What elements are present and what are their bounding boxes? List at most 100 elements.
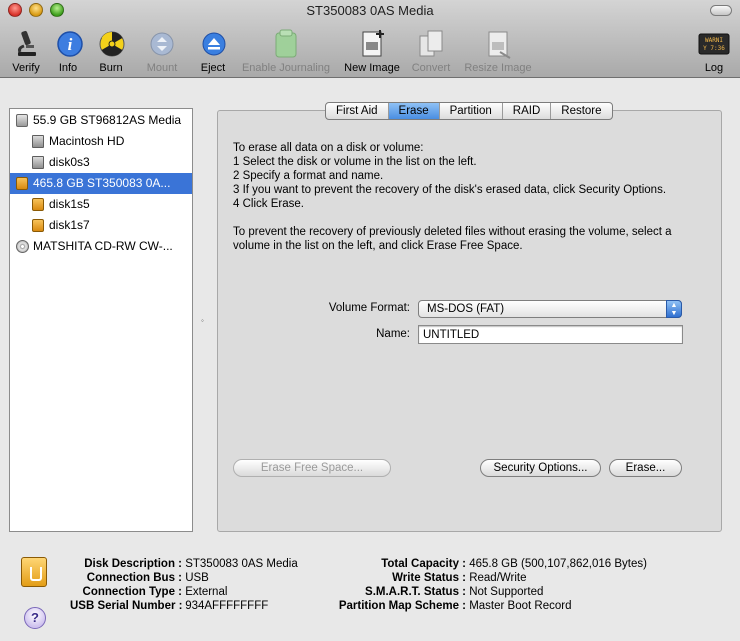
journaling-icon [270,28,302,60]
new-image-button[interactable]: New Image [341,28,403,74]
new-image-label: New Image [344,62,400,74]
burn-icon [96,28,128,60]
convert-icon [415,28,447,60]
tab-bar: First Aid Erase Partition RAID Restore [325,102,613,120]
log-icon-line2: Y 7:36 [703,45,725,52]
tab-first-aid[interactable]: First Aid [326,103,389,119]
volume-row[interactable]: disk1s5 [10,194,192,215]
volume-row-label: disk1s7 [49,218,90,232]
instruction-line: 4 Click Erase. [233,198,304,210]
external-volume-icon [32,198,44,211]
disk-description-label: Disk Description : [84,558,182,570]
resize-image-label: Resize Image [464,62,532,74]
disk-description-value: ST350083 0AS Media [185,558,298,570]
eject-icon [198,28,230,60]
window-title: ST350083 0AS Media [306,3,434,18]
mount-label: Mount [146,62,178,74]
write-status-label: Write Status : [392,572,466,584]
volume-format-select[interactable]: MS-DOS (FAT) ▲ ▼ [418,300,682,318]
help-button[interactable]: ? [24,607,46,629]
volume-row-label: disk0s3 [49,155,90,169]
disk-row[interactable]: 55.9 GB ST96812AS Media [10,110,192,131]
disk-row-selected[interactable]: 465.8 GB ST350083 0A... [10,173,192,194]
free-space-note: volume in the list on the left, and clic… [233,240,523,252]
enable-journaling-label: Enable Journaling [241,62,331,74]
usb-drive-icon [21,557,47,587]
instruction-line: 1 Select the disk or volume in the list … [233,156,477,168]
volume-row[interactable]: disk0s3 [10,152,192,173]
verify-label: Verify [12,62,40,74]
log-label: Log [704,62,724,74]
disk-row-label: 55.9 GB ST96812AS Media [33,113,182,127]
total-capacity-label: Total Capacity : [381,558,466,570]
external-volume-icon [32,219,44,232]
volume-row[interactable]: disk1s7 [10,215,192,236]
tab-raid[interactable]: RAID [503,103,552,119]
volume-icon [32,156,44,169]
free-space-note: To prevent the recovery of previously de… [233,226,672,238]
verify-button[interactable]: Verify [8,28,44,74]
partition-map-value: Master Boot Record [469,600,572,612]
toolbar: ST350083 0AS Media Verify i Info Burn Mo… [0,0,740,78]
select-arrows-icon: ▲ ▼ [666,300,682,318]
mount-icon [146,28,178,60]
smart-status-row: S.M.A.R.T. Status : Not Supported [330,586,543,598]
connection-type-row: Connection Type : External [70,586,228,598]
tab-partition[interactable]: Partition [440,103,503,119]
tab-erase[interactable]: Erase [388,103,440,119]
disk-row[interactable]: MATSHITA CD-RW CW-... [10,236,192,257]
disk-row-label: 465.8 GB ST350083 0A... [33,176,171,190]
volume-row-label: disk1s5 [49,197,90,211]
connection-bus-value: USB [185,572,209,584]
burn-button[interactable]: Burn [96,28,126,74]
resize-image-button[interactable]: Resize Image [462,28,534,74]
toolbar-toggle-button[interactable] [710,5,732,16]
enable-journaling-button[interactable]: Enable Journaling [238,28,334,74]
info-label: Info [58,62,78,74]
instruction-line: 3 If you want to prevent the recovery of… [233,184,667,196]
total-capacity-row: Total Capacity : 465.8 GB (500,107,862,0… [330,558,647,570]
svg-text:i: i [68,35,73,54]
new-image-icon [356,28,388,60]
info-icon: i [54,28,86,60]
disk-utility-window: ST350083 0AS Media Verify i Info Burn Mo… [0,0,740,641]
erase-free-space-button[interactable]: Erase Free Space... [233,459,391,477]
erase-button[interactable]: Erase... [609,459,682,477]
partition-map-row: Partition Map Scheme : Master Boot Recor… [330,600,572,612]
convert-label: Convert [411,62,451,74]
split-view-handle[interactable]: ◦ [201,316,207,325]
convert-button[interactable]: Convert [408,28,454,74]
instruction-line: 2 Specify a format and name. [233,170,384,182]
name-label: Name: [376,328,410,340]
usb-serial-value: 934AFFFFFFFF [185,600,269,612]
external-disk-icon [16,177,28,190]
volume-row[interactable]: Macintosh HD [10,131,192,152]
volume-format-value: MS-DOS (FAT) [427,303,505,315]
total-capacity-value: 465.8 GB (500,107,862,016 Bytes) [469,558,647,570]
log-button[interactable]: WARNI Y 7:36 Log [698,28,730,74]
disk-info-panel: ? Disk Description : ST350083 0AS Media … [0,545,740,641]
tab-restore[interactable]: Restore [551,103,611,119]
resize-image-icon [482,28,514,60]
usb-serial-label: USB Serial Number : [70,600,183,612]
log-icon: WARNI Y 7:36 [698,28,730,60]
write-status-value: Read/Write [469,572,527,584]
info-button[interactable]: i Info [54,28,83,74]
erase-instructions: To erase all data on a disk or volume: 1… [233,141,708,253]
volume-name-input[interactable] [418,325,683,344]
volume-format-label: Volume Format: [328,302,410,314]
connection-bus-label: Connection Bus : [86,572,182,584]
partition-map-label: Partition Map Scheme : [338,600,466,612]
hard-disk-icon [16,114,28,127]
mount-button[interactable]: Mount [143,28,181,74]
eject-button[interactable]: Eject [198,28,228,74]
disk-list[interactable]: 55.9 GB ST96812AS Media Macintosh HD dis… [9,108,193,532]
volume-icon [32,135,44,148]
connection-bus-row: Connection Bus : USB [70,572,209,584]
disk-description-row: Disk Description : ST350083 0AS Media [70,558,298,570]
volume-row-label: Macintosh HD [49,134,125,148]
security-options-button[interactable]: Security Options... [480,459,601,477]
smart-status-value: Not Supported [469,586,544,598]
connection-type-value: External [185,586,228,598]
instruction-line: To erase all data on a disk or volume: [233,142,424,154]
